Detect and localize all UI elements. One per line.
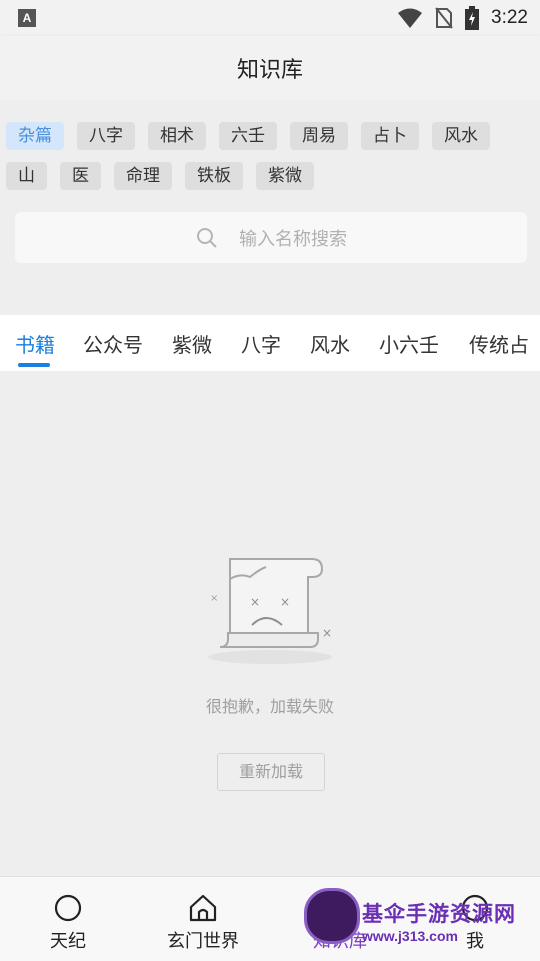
search-icon <box>197 227 217 248</box>
tag-item[interactable]: 山 <box>6 162 47 190</box>
tab-traditional-divination[interactable]: 传统占 <box>469 329 529 358</box>
tag-item[interactable]: 风水 <box>432 122 490 150</box>
content-tabs: 书籍 公众号 紫微 八字 风水 小六壬 传统占 <box>0 315 540 371</box>
content-area: × × × × 很抱歉，加载失败 重新加载 <box>0 371 540 876</box>
watermark-title: 基伞手游资源网 <box>362 902 516 926</box>
tab-indicator <box>18 363 50 367</box>
nav-label: 天纪 <box>50 931 86 952</box>
tab-bazi[interactable]: 八字 <box>241 329 281 358</box>
tab-fengshui[interactable]: 风水 <box>310 329 350 358</box>
search-input[interactable]: 输入名称搜索 <box>15 212 527 263</box>
tag-row-2: 山 医 命理 铁板 紫微 <box>6 162 327 190</box>
search-placeholder: 输入名称搜索 <box>239 228 347 250</box>
nav-item-tianji[interactable]: 天纪 <box>8 877 128 961</box>
watermark-url: www.j313.com <box>362 928 458 944</box>
tab-xiaoliuren[interactable]: 小六壬 <box>379 329 439 358</box>
tag-item[interactable]: 八字 <box>77 122 135 150</box>
battery-charging-icon <box>465 6 480 30</box>
app-header: 知识库 <box>0 36 540 100</box>
category-tags: 杂篇 八字 相术 六壬 周易 占卜 风水 山 医 命理 铁板 紫微 <box>0 100 540 315</box>
watermark: 基伞手游资源网 www.j313.com <box>300 886 540 956</box>
circle-icon <box>54 894 82 922</box>
svg-text:×: × <box>280 595 290 609</box>
tag-item[interactable]: 占卜 <box>361 122 419 150</box>
tab-books[interactable]: 书籍 <box>15 329 55 358</box>
tag-item[interactable]: 杂篇 <box>6 122 64 150</box>
no-sim-icon <box>435 7 453 29</box>
tag-item[interactable]: 医 <box>60 162 101 190</box>
tab-ziwei[interactable]: 紫微 <box>172 329 212 358</box>
tag-row-1: 杂篇 八字 相术 六壬 周易 占卜 风水 <box>6 122 503 150</box>
tag-item[interactable]: 紫微 <box>256 162 314 190</box>
load-failed-illustration-icon: × × × × <box>208 558 332 664</box>
tag-item[interactable]: 六壬 <box>219 122 277 150</box>
tag-item[interactable]: 命理 <box>114 162 172 190</box>
nav-label: 玄门世界 <box>167 931 239 952</box>
tag-item[interactable]: 周易 <box>290 122 348 150</box>
status-bar: A 3:22 <box>0 0 540 36</box>
tag-item[interactable]: 铁板 <box>185 162 243 190</box>
notification-icon: A <box>18 9 36 27</box>
status-time: 3:22 <box>491 7 528 28</box>
page-title: 知识库 <box>236 58 303 83</box>
home-icon <box>189 894 217 922</box>
svg-text:×: × <box>210 593 218 604</box>
svg-text:×: × <box>322 626 332 640</box>
nav-item-xuanmen-world[interactable]: 玄门世界 <box>143 877 263 961</box>
status-icons: 3:22 <box>397 5 528 31</box>
watermark-logo-icon <box>304 888 360 944</box>
error-message: 很抱歉，加载失败 <box>205 697 334 716</box>
tag-item[interactable]: 相术 <box>148 122 206 150</box>
svg-text:×: × <box>250 595 260 609</box>
reload-button[interactable]: 重新加载 <box>217 753 325 791</box>
wifi-icon <box>398 8 423 28</box>
tab-official-accounts[interactable]: 公众号 <box>83 329 143 358</box>
